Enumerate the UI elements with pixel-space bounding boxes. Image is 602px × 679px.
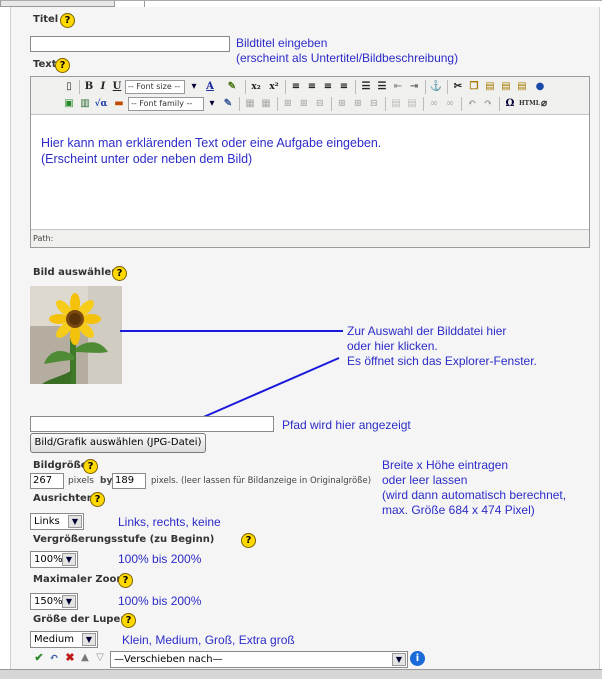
undo-icon[interactable]: ↶ [47,651,61,665]
zoom-start-select[interactable]: 100% ▼ [30,551,78,568]
by-label: by [100,476,113,486]
align-select[interactable]: Links ▼ [30,513,84,530]
page-frame: Titel ? Bildtitel eingeben (erscheint al… [0,0,602,679]
path-note: Pfad wird hier angezeigt [282,418,411,432]
zoom-max-select[interactable]: 150% ▼ [30,593,78,610]
zoom-max-label: Maximaler Zoom [33,574,127,585]
zoom-max-value: 150% [34,596,63,607]
chevron-down-icon: ▼ [392,653,406,666]
move-up-icon[interactable]: ▲ [78,651,92,665]
height-input[interactable]: 189 [112,473,146,489]
select-image-button[interactable]: Bild/Grafik auswählen (JPG-Datei) [30,433,206,453]
help-icon-zoom-max[interactable]: ? [118,573,133,588]
zoom-start-value: 100% [34,554,63,565]
zoom-start-label: Vergrößerungsstufe (zu Beginn) [33,534,215,545]
align-select-value: Links [34,516,60,527]
chevron-down-icon: ▼ [62,553,76,566]
align-label: Ausrichten: [33,493,98,504]
zoom-start-note: 100% bis 200% [118,552,202,566]
help-icon-align[interactable]: ? [90,492,105,507]
chevron-down-icon: ▼ [68,515,82,528]
info-icon[interactable]: i [410,651,425,666]
move-to-select[interactable]: —Verschieben nach— ▼ [110,651,408,668]
width-input[interactable]: 267 [30,473,64,489]
move-to-value: —Verschieben nach— [114,654,223,665]
image-size-label: Bildgröße [33,460,88,471]
lens-size-note: Klein, Medium, Groß, Extra groß [122,633,295,647]
checkmark-icon[interactable]: ✔ [32,651,46,665]
align-note: Links, rechts, keine [118,515,221,529]
image-select-note: Zur Auswahl der Bilddatei hier oder hier… [347,324,537,368]
lens-size-value: Medium [34,634,74,645]
size-note: Breite x Höhe eintragen oder leer lassen… [382,458,567,517]
help-icon-size[interactable]: ? [83,459,98,474]
lens-size-label: Größe der Lupe: [33,614,125,625]
zoom-max-note: 100% bis 200% [118,594,202,608]
image-path-input[interactable] [30,416,274,432]
lens-size-select[interactable]: Medium ▼ [30,631,98,648]
size-hint: pixels. (leer lassen für Bildanzeige in … [151,476,372,486]
chevron-down-icon: ▼ [62,595,76,608]
help-icon-zoom-start[interactable]: ? [241,533,256,548]
move-down-icon[interactable]: ▽ [93,651,107,665]
help-icon-lens[interactable]: ? [121,613,136,628]
chevron-down-icon: ▼ [82,633,96,646]
pixels-label: pixels [68,476,94,486]
delete-icon[interactable]: ✖ [63,651,77,665]
